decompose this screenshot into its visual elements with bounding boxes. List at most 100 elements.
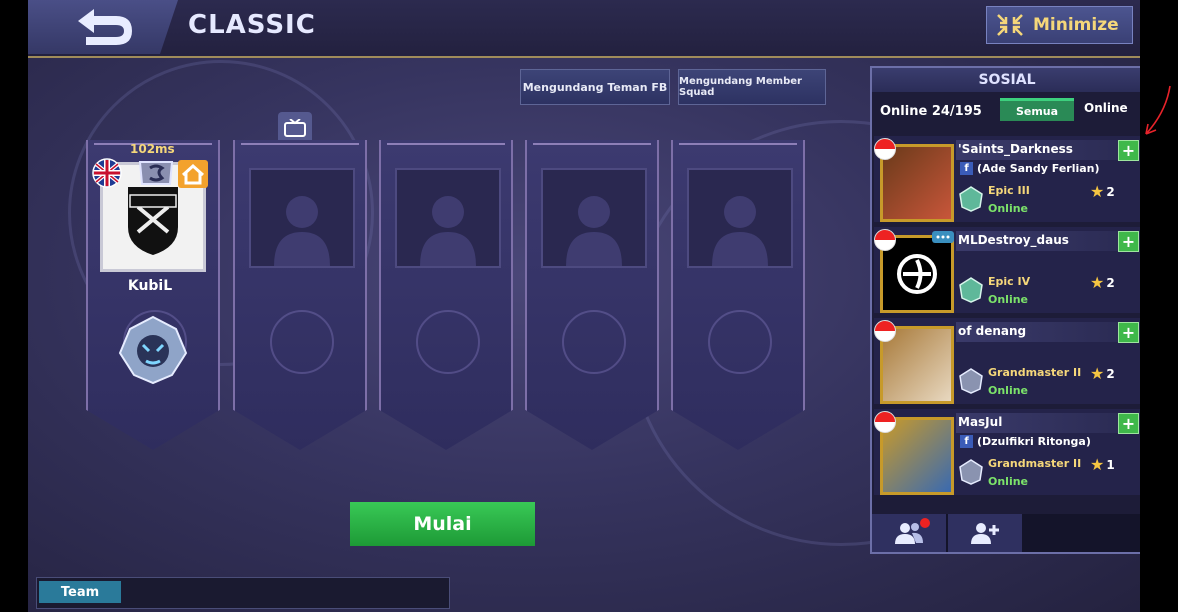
mythic-rank-icon (118, 315, 188, 385)
friend-status: Online (988, 202, 1029, 215)
add-friend-button[interactable]: + (1118, 322, 1139, 343)
grandmaster-rank-icon (959, 368, 983, 394)
indonesia-flag-icon (874, 138, 896, 160)
add-friend-button[interactable]: + (1118, 413, 1139, 434)
grandmaster-rank-icon (959, 459, 983, 485)
spectate-camera-icon[interactable] (278, 112, 312, 144)
chat-bubble-icon[interactable] (932, 231, 954, 247)
banner-emblem (708, 310, 772, 374)
banner-trim (241, 143, 359, 145)
friend-list-item[interactable]: MasJul f (Dzulfikri Ritonga) Grandmaster … (874, 409, 1140, 495)
squad-logo-icon (128, 187, 178, 255)
friend-name: MasJul (958, 415, 1003, 429)
ping-indicator: 102ms (130, 142, 175, 156)
friend-rank: Epic III (988, 184, 1030, 197)
social-panel-title: SOSIAL (872, 68, 1140, 92)
friend-stars: ★ 2 (1090, 364, 1115, 383)
star-count: 2 (1106, 184, 1115, 199)
season-badge-icon (138, 161, 174, 185)
star-count: 2 (1106, 366, 1115, 381)
invite-squad-members-button[interactable]: Mengundang Member Squad (678, 69, 826, 105)
banner-trim (533, 143, 651, 145)
facebook-icon: f (960, 435, 973, 448)
friend-facebook-name: f (Ade Sandy Ferlian) (960, 162, 1100, 175)
minimize-icon (997, 14, 1023, 36)
person-silhouette-icon (420, 196, 476, 266)
friend-status: Online (988, 293, 1029, 306)
back-button[interactable] (28, 0, 178, 54)
facebook-name-text: (Ade Sandy Ferlian) (977, 162, 1100, 175)
star-icon: ★ (1090, 364, 1105, 383)
page-title: CLASSIC (188, 10, 316, 40)
annotation-arrow-icon (1145, 85, 1171, 135)
friend-stars: ★ 2 (1090, 273, 1115, 292)
friend-list-item[interactable]: MLDestroy_daus Epic IV Online ★ 2 + (874, 227, 1140, 313)
indonesia-flag-icon (874, 229, 896, 251)
invite-fb-friends-button[interactable]: Mengundang Teman FB (520, 69, 670, 105)
star-count: 1 (1106, 457, 1115, 472)
social-panel: SOSIAL Online 24/195 Semua Online 'Saint… (870, 66, 1140, 554)
tv-icon (284, 119, 306, 137)
friend-list-item[interactable]: of denang Grandmaster II Online ★ 2 + (874, 318, 1140, 404)
empty-slot-silhouette (249, 168, 355, 268)
friend-list-item[interactable]: 'Saints_Darkness f (Ade Sandy Ferlian) Ep… (874, 136, 1140, 222)
start-button[interactable]: Mulai (350, 502, 535, 546)
player-slot-3[interactable] (379, 140, 513, 450)
friend-name: 'Saints_Darkness (958, 142, 1073, 156)
team-chat-tab[interactable]: Team (39, 581, 121, 603)
friend-facebook-name: f (Dzulfikri Ritonga) (960, 435, 1091, 448)
back-arrow-icon (78, 9, 132, 45)
banner-emblem (416, 310, 480, 374)
person-silhouette-icon (566, 196, 622, 266)
player-slot-2[interactable] (233, 140, 367, 450)
friend-name: MLDestroy_daus (958, 233, 1069, 247)
minimize-button[interactable]: Minimize (986, 6, 1133, 44)
empty-slot-silhouette (541, 168, 647, 268)
add-friend-button[interactable]: + (1118, 231, 1139, 252)
minimize-label: Minimize (1033, 15, 1119, 35)
add-user-icon (971, 523, 999, 544)
banner-trim (679, 143, 797, 145)
home-icon (178, 160, 208, 188)
star-icon: ★ (1090, 455, 1105, 474)
friends-list-button[interactable] (872, 514, 948, 552)
epic-rank-icon (959, 186, 983, 212)
notification-dot (920, 518, 930, 528)
friend-name: of denang (958, 324, 1027, 338)
person-silhouette-icon (712, 196, 768, 266)
lobby-screen: CLASSIC Minimize Mengundang Teman FB Men… (28, 0, 1140, 612)
empty-slot-silhouette (395, 168, 501, 268)
player-name: KubiL (127, 278, 173, 294)
player-slot-4[interactable] (525, 140, 659, 450)
facebook-name-text: (Dzulfikri Ritonga) (977, 435, 1091, 448)
tab-all-friends[interactable]: Semua (1000, 98, 1074, 121)
banner-emblem (562, 310, 626, 374)
friend-status: Online (988, 384, 1029, 397)
epic-rank-icon (959, 277, 983, 303)
indonesia-flag-icon (874, 411, 896, 433)
friend-rank: Epic IV (988, 275, 1031, 288)
banner-emblem (270, 310, 334, 374)
top-bar: CLASSIC Minimize (28, 0, 1140, 58)
avatar-logo-icon (897, 254, 937, 294)
social-footer (872, 514, 1140, 552)
friend-rank: Grandmaster II (988, 457, 1082, 470)
online-friend-count: Online 24/195 (880, 104, 982, 119)
star-icon: ★ (1090, 182, 1105, 201)
add-friend-button[interactable]: + (1118, 140, 1139, 161)
uk-flag-icon (92, 158, 122, 188)
star-icon: ★ (1090, 273, 1105, 292)
facebook-icon: f (960, 162, 973, 175)
player-slot-5[interactable] (671, 140, 805, 450)
add-friend-search-button[interactable] (948, 514, 1024, 552)
friend-stars: ★ 2 (1090, 182, 1115, 201)
star-count: 2 (1106, 275, 1115, 290)
person-silhouette-icon (274, 196, 330, 266)
banner-trim (387, 143, 505, 145)
indonesia-flag-icon (874, 320, 896, 342)
friend-stars: ★ 1 (1090, 455, 1115, 474)
team-chat-bar[interactable]: Team (36, 577, 450, 609)
tab-online-friends[interactable]: Online (1084, 101, 1128, 115)
friend-status: Online (988, 475, 1029, 488)
friend-rank: Grandmaster II (988, 366, 1082, 379)
